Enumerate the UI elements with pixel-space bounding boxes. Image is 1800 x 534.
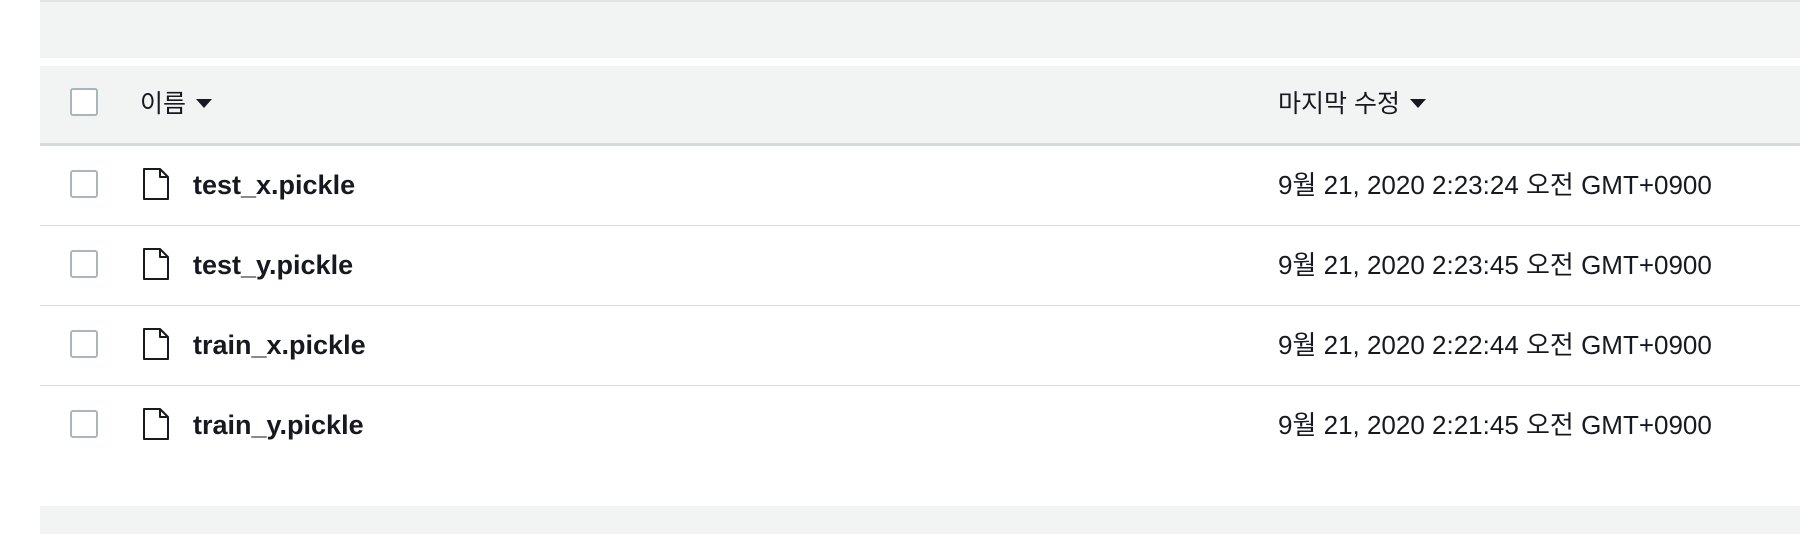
- spacer: [40, 58, 1800, 66]
- last-modified: 9월 21, 2020 2:23:24 오전 GMT+0900: [1278, 170, 1712, 200]
- file-name-link[interactable]: test_y.pickle: [193, 248, 353, 282]
- last-modified: 9월 21, 2020 2:23:45 오전 GMT+0900: [1278, 250, 1712, 280]
- column-header-modified-label: 마지막 수정: [1278, 90, 1400, 118]
- sort-caret-down-icon: [196, 98, 213, 108]
- toolbar-strip: [40, 0, 1800, 58]
- table-row[interactable]: train_y.pickle 9월 21, 2020 2:21:45 오전 GM…: [40, 386, 1800, 466]
- column-header-name-label: 이름: [140, 90, 187, 118]
- table-row[interactable]: test_x.pickle 9월 21, 2020 2:23:24 오전 GMT…: [40, 146, 1800, 226]
- footer-strip: [40, 506, 1800, 534]
- row-checkbox[interactable]: [70, 250, 98, 278]
- file-icon: [143, 328, 169, 360]
- file-browser-panel: 이름 마지막 수정 test_x.pickle 9월 21, 2020 2:23…: [40, 0, 1800, 534]
- last-modified: 9월 21, 2020 2:22:44 오전 GMT+0900: [1278, 330, 1712, 360]
- table-header: 이름 마지막 수정: [40, 66, 1800, 146]
- row-checkbox[interactable]: [70, 170, 98, 198]
- select-all-checkbox[interactable]: [70, 88, 98, 116]
- sort-caret-down-icon: [1409, 98, 1426, 108]
- table-row[interactable]: train_x.pickle 9월 21, 2020 2:22:44 오전 GM…: [40, 306, 1800, 386]
- file-name-link[interactable]: train_x.pickle: [193, 328, 366, 362]
- row-checkbox[interactable]: [70, 330, 98, 358]
- file-list: test_x.pickle 9월 21, 2020 2:23:24 오전 GMT…: [40, 146, 1800, 466]
- file-icon: [143, 408, 169, 440]
- table-row[interactable]: test_y.pickle 9월 21, 2020 2:23:45 오전 GMT…: [40, 226, 1800, 306]
- last-modified: 9월 21, 2020 2:21:45 오전 GMT+0900: [1278, 410, 1712, 440]
- file-icon: [143, 168, 169, 200]
- file-icon: [143, 248, 169, 280]
- column-header-name[interactable]: 이름: [140, 88, 213, 120]
- file-name-link[interactable]: train_y.pickle: [193, 408, 364, 442]
- row-checkbox[interactable]: [70, 410, 98, 438]
- file-name-link[interactable]: test_x.pickle: [193, 168, 355, 202]
- column-header-modified[interactable]: 마지막 수정: [1278, 88, 1426, 120]
